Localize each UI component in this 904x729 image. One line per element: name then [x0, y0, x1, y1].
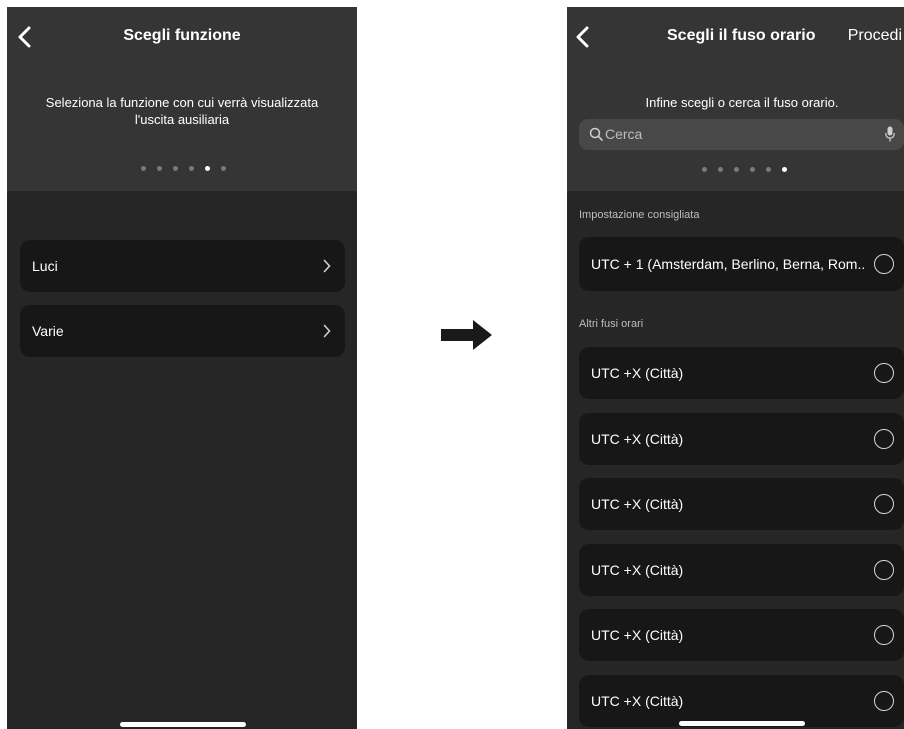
page-dot [718, 167, 723, 172]
page-indicator [702, 167, 787, 172]
right-arrow-icon [441, 320, 492, 350]
list-item-label: Varie [32, 323, 64, 339]
page-dot-active [205, 166, 210, 171]
list-item-varie[interactable]: Varie [20, 305, 345, 357]
left-header: Scegli funzione Seleziona la funzione co… [7, 7, 357, 191]
timezone-label: UTC +X (Città) [591, 365, 684, 381]
right-header: Scegli il fuso orario Procedi Infine sce… [567, 7, 904, 191]
right-screen: Scegli il fuso orario Procedi Infine sce… [567, 7, 904, 729]
page-dot [750, 167, 755, 172]
page-dot [157, 166, 162, 171]
radio-button[interactable] [874, 691, 894, 711]
radio-button[interactable] [874, 363, 894, 383]
radio-button[interactable] [874, 429, 894, 449]
radio-button[interactable] [874, 254, 894, 274]
timezone-item[interactable]: UTC +X (Città) [579, 675, 904, 727]
page-dot [141, 166, 146, 171]
home-indicator[interactable] [120, 722, 246, 727]
radio-button[interactable] [874, 625, 894, 645]
timezone-item[interactable]: UTC +X (Città) [579, 544, 904, 596]
timezone-label: UTC +X (Città) [591, 562, 684, 578]
page-dot [734, 167, 739, 172]
timezone-item[interactable]: UTC +X (Città) [579, 609, 904, 661]
section-header-other: Altri fusi orari [579, 318, 644, 330]
timezone-item[interactable]: UTC +X (Città) [579, 413, 904, 465]
timezone-label: UTC +X (Città) [591, 496, 684, 512]
page-dot-active [782, 167, 787, 172]
timezone-label: UTC +X (Città) [591, 431, 684, 447]
page-subtitle: Seleziona la funzione con cui verrà visu… [45, 95, 319, 127]
list-item-label: Luci [32, 258, 58, 274]
page-dot [173, 166, 178, 171]
back-chevron-icon[interactable] [573, 25, 593, 49]
page-indicator [141, 166, 226, 171]
page-title: Scegli il fuso orario [667, 27, 816, 44]
timezone-label: UTC +X (Città) [591, 627, 684, 643]
timezone-item[interactable]: UTC +X (Città) [579, 478, 904, 530]
search-icon [589, 127, 603, 141]
timezone-label: UTC + 1 (Amsterdam, Berlino, Berna, Rom.… [591, 256, 866, 272]
home-indicator[interactable] [679, 721, 805, 726]
chevron-right-icon [323, 324, 331, 338]
radio-button[interactable] [874, 494, 894, 514]
microphone-icon[interactable] [885, 126, 895, 143]
radio-button[interactable] [874, 560, 894, 580]
proceed-button[interactable]: Procedi [848, 27, 902, 45]
list-item-luci[interactable]: Luci [20, 240, 345, 292]
chevron-right-icon [323, 259, 331, 273]
page-subtitle: Infine scegli o cerca il fuso orario. [645, 95, 839, 110]
page-dot [766, 167, 771, 172]
timezone-label: UTC +X (Città) [591, 693, 684, 709]
page-dot [702, 167, 707, 172]
page-title: Scegli funzione [123, 27, 241, 44]
page-dot [189, 166, 194, 171]
page-dot [221, 166, 226, 171]
search-input[interactable]: Cerca [579, 119, 904, 150]
search-placeholder: Cerca [605, 126, 643, 142]
timezone-recommended-item[interactable]: UTC + 1 (Amsterdam, Berlino, Berna, Rom.… [579, 237, 904, 291]
section-header-recommended: Impostazione consigliata [579, 209, 700, 221]
left-screen: Scegli funzione Seleziona la funzione co… [7, 7, 357, 729]
timezone-item[interactable]: UTC +X (Città) [579, 347, 904, 399]
